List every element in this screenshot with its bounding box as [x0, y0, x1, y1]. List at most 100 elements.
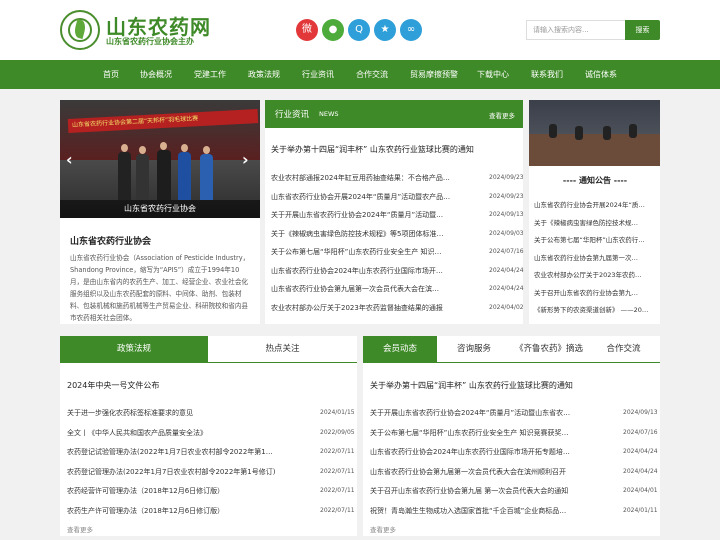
- list-item[interactable]: 农药登记管理办法(2022年1月7日农业农村部令2022年第1号修订) 2022/…: [67, 466, 355, 478]
- news-item-title[interactable]: 农业农村部通报2024年缸豆用药抽查结果：不合格产品…: [271, 172, 466, 184]
- banner-person: [118, 144, 131, 200]
- tab-underline: [60, 362, 357, 363]
- logo[interactable]: [60, 10, 100, 50]
- news-item-title[interactable]: 山东省农药行业协会开展2024年“质量月”活动暨农产品…: [271, 191, 466, 203]
- nav-contact[interactable]: 联系我们: [531, 60, 563, 89]
- news-more-link[interactable]: 查看更多: [489, 110, 515, 120]
- search-input[interactable]: 请输入搜索内容...: [526, 20, 626, 40]
- banner-slider[interactable]: 山东省农药行业协会第二届“天邦杯”羽毛球比赛 ‹ › 山东省农药行业协会: [60, 100, 260, 218]
- tab-consulting[interactable]: 咨询服务: [437, 336, 511, 363]
- news-item-title[interactable]: 关于开展山东省农药行业协会2024年“质量月”活动暨…: [271, 209, 466, 221]
- list-item-title[interactable]: 农药登记试验管理办法(2022年1月7日农业农村部令2022年第1…: [67, 446, 293, 458]
- news-item[interactable]: 关于公布第七届“华阳杯”山东农药行业安全生产 知识… 2024/07/16: [271, 246, 524, 258]
- news-item-title[interactable]: 关于《辣椒病虫害绿色防控技术规程》等5项团体标准…: [271, 228, 466, 240]
- site-subtitle: 山东省农药行业协会主办: [106, 37, 194, 46]
- list-item[interactable]: 农药经营许可管理办法（2018年12月6日修订版） 2022/07/11: [67, 485, 355, 497]
- notice-item[interactable]: 关于《辣椒病虫害绿色防控技术规…: [534, 217, 656, 227]
- tab-qilu-digest[interactable]: 《齐鲁农药》摘选: [511, 336, 587, 363]
- list-item-title[interactable]: 山东省农药行业协会2024年山东农药行业国际市场开拓专题培…: [370, 446, 596, 458]
- news-item[interactable]: 农业农村部办公厅关于2023年农药监督抽查结果的通报 2024/04/02: [271, 302, 524, 314]
- news-item[interactable]: 农业农村部通报2024年缸豆用药抽查结果：不合格产品… 2024/09/23: [271, 172, 524, 184]
- wechat-icon[interactable]: ●: [322, 19, 344, 41]
- banner-person: [178, 144, 191, 200]
- chevron-right-icon[interactable]: ›: [242, 150, 249, 169]
- nav-download[interactable]: 下载中心: [477, 60, 509, 89]
- nav-policy[interactable]: 政策法规: [248, 60, 280, 89]
- news-item-date: 2024/04/24: [489, 266, 524, 274]
- banner-person: [157, 142, 171, 200]
- members-more-link[interactable]: 查看更多: [370, 524, 396, 534]
- notice-item[interactable]: 山东省农药行业协会开展2024年“质…: [534, 199, 656, 209]
- news-item[interactable]: 山东省农药行业协会第九届第一次会员代表大会在滨… 2024/04/24: [271, 283, 524, 295]
- list-item[interactable]: 关于公布第七届“华阳杯”山东农药行业安全生产 知识竞赛获奖… 2024/07/16: [370, 427, 658, 439]
- policy-lead[interactable]: 2024年中央一号文件公布: [67, 380, 159, 391]
- list-item-date: 2022/07/11: [320, 487, 355, 494]
- list-item[interactable]: 祝贺！青岛瀚生生物成功入选国家首批“千企百城”企业商标品… 2024/01/11: [370, 505, 658, 517]
- notice-item[interactable]: 《新形势下的农资渠道创新》 ——20…: [534, 304, 656, 314]
- list-item-date: 2022/09/05: [320, 428, 355, 436]
- notice-item[interactable]: 山东省农药行业协会第九届第一次…: [534, 252, 656, 262]
- list-item[interactable]: 全文丨《中华人民共和国农产品质量安全法》 2022/09/05: [67, 427, 355, 439]
- notice-item[interactable]: 农业农村部办公厅关于2023年农药…: [534, 269, 656, 279]
- list-item-title[interactable]: 农药登记管理办法(2022年1月7日农业农村部令2022年第1号修订): [67, 466, 293, 478]
- list-item-title[interactable]: 关于进一步强化农药标签标准要求的意见: [67, 407, 293, 419]
- nav-credit[interactable]: 诚信体系: [585, 60, 617, 89]
- list-item-title[interactable]: 农药生产许可管理办法（2018年12月6日修订版）: [67, 505, 293, 517]
- list-item-title[interactable]: 祝贺！青岛瀚生生物成功入选国家首批“千企百城”企业商标品…: [370, 505, 596, 517]
- list-item[interactable]: 关于召开山东省农药行业协会第九届 第一次会员代表大会的通知 2024/04/01: [370, 485, 658, 497]
- tab-hot-topics[interactable]: 热点关注: [208, 336, 357, 363]
- list-item-title[interactable]: 关于召开山东省农药行业协会第九届 第一次会员代表大会的通知: [370, 485, 596, 497]
- about-title[interactable]: 山东省农药行业协会: [70, 234, 151, 247]
- news-item-date: 2024/07/16: [489, 248, 524, 255]
- tab-cooperation[interactable]: 合作交流: [587, 336, 660, 363]
- list-item[interactable]: 关于进一步强化农药标签标准要求的意见 2024/01/15: [67, 407, 355, 419]
- news-item[interactable]: 山东省农药行业协会2024年山东农药行业国际市场开… 2024/04/24: [271, 265, 524, 277]
- banner-caption: 山东省农药行业协会: [60, 200, 260, 218]
- news-item-title[interactable]: 山东省农药行业协会2024年山东农药行业国际市场开…: [271, 265, 466, 277]
- nav-party[interactable]: 党建工作: [194, 60, 226, 89]
- news-item-title[interactable]: 关于公布第七届“华阳杯”山东农药行业安全生产 知识…: [271, 246, 466, 258]
- weibo-icon[interactable]: 微: [296, 19, 318, 41]
- policy-more-link[interactable]: 查看更多: [67, 524, 93, 534]
- nav-home[interactable]: 首页: [103, 60, 119, 89]
- tab-member-news[interactable]: 会员动态: [363, 336, 437, 363]
- news-item[interactable]: 关于开展山东省农药行业协会2024年“质量月”活动暨… 2024/09/13: [271, 209, 524, 221]
- notice-item[interactable]: 关于召开山东省农药行业协会第九…: [534, 287, 656, 297]
- list-item-title[interactable]: 全文丨《中华人民共和国农产品质量安全法》: [67, 427, 293, 439]
- nav-trade-warning[interactable]: 贸易摩擦预警: [410, 60, 458, 89]
- search-button[interactable]: 搜索: [625, 20, 660, 40]
- news-item-title[interactable]: 农业农村部办公厅关于2023年农药监督抽查结果的通报: [271, 302, 466, 314]
- meeting-attendee: [549, 124, 557, 138]
- list-item-title[interactable]: 关于开展山东省农药行业协会2024年“质量月”活动暨山东省农…: [370, 407, 596, 419]
- list-item-title[interactable]: 山东省农药行业协会第九届第一次会员代表大会在滨州顺利召开: [370, 466, 596, 478]
- list-item-date: 2024/07/16: [623, 428, 658, 436]
- nav-cooperation[interactable]: 合作交流: [356, 60, 388, 89]
- members-lead[interactable]: 关于举办第十四届“润丰杯” 山东农药行业篮球比赛的通知: [370, 380, 573, 391]
- list-item-date: 2022/07/11: [320, 448, 355, 455]
- link-icon[interactable]: ∞: [400, 19, 422, 41]
- nav-about[interactable]: 协会概况: [140, 60, 172, 89]
- list-item[interactable]: 关于开展山东省农药行业协会2024年“质量月”活动暨山东省农… 2024/09/1…: [370, 407, 658, 419]
- chevron-left-icon[interactable]: ‹: [66, 150, 73, 169]
- list-item[interactable]: 山东省农药行业协会第九届第一次会员代表大会在滨州顺利召开 2024/04/24: [370, 466, 658, 478]
- star-icon[interactable]: ★: [374, 19, 396, 41]
- news-item[interactable]: 关于《辣椒病虫害绿色防控技术规程》等5项团体标准… 2024/09/03: [271, 228, 524, 240]
- list-item[interactable]: 农药生产许可管理办法（2018年12月6日修订版） 2022/07/11: [67, 505, 355, 517]
- news-item[interactable]: 山东省农药行业协会开展2024年“质量月”活动暨农产品… 2024/09/23: [271, 191, 524, 203]
- news-lead[interactable]: 关于举办第十四届“润丰杯” 山东农药行业篮球比赛的通知: [271, 144, 474, 155]
- news-item-date: 2024/04/02: [489, 303, 524, 311]
- tab-policy[interactable]: 政策法规: [60, 336, 208, 363]
- list-item-date: 2022/07/11: [320, 467, 355, 475]
- list-item-title[interactable]: 农药经营许可管理办法（2018年12月6日修订版）: [67, 485, 293, 497]
- list-item[interactable]: 山东省农药行业协会2024年山东农药行业国际市场开拓专题培… 2024/04/24: [370, 446, 658, 458]
- notice-item[interactable]: 关于公布第七届“华阳杯”山东农药行…: [534, 234, 656, 244]
- meeting-attendee: [575, 126, 583, 140]
- meeting-attendee: [603, 126, 611, 140]
- list-item-title[interactable]: 关于公布第七届“华阳杯”山东农药行业安全生产 知识竞赛获奖…: [370, 427, 596, 439]
- news-item-title[interactable]: 山东省农药行业协会第九届第一次会员代表大会在滨…: [271, 283, 466, 295]
- news-item-date: 2024/04/24: [489, 285, 524, 292]
- nav-news[interactable]: 行业资讯: [302, 60, 334, 89]
- list-item[interactable]: 农药登记试验管理办法(2022年1月7日农业农村部令2022年第1… 2022/0…: [67, 446, 355, 458]
- meeting-photo[interactable]: [529, 100, 660, 166]
- qq-icon[interactable]: Q: [348, 19, 370, 41]
